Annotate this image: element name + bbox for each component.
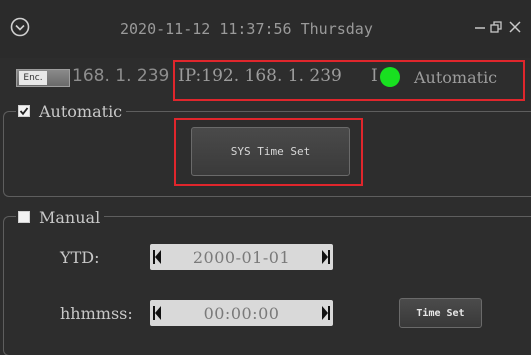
- time-value: 00:00:00: [203, 303, 280, 323]
- time-settings-window: 2020-11-12 11:37:56 Thursday Enc. 168. 1…: [0, 0, 531, 355]
- partial-ip-text: 168. 1. 239: [72, 66, 170, 86]
- circle-chevron-down-icon[interactable]: [10, 17, 30, 37]
- manual-group-header: Manual: [16, 206, 105, 228]
- ytd-date-spinner[interactable]: 2000-01-01: [150, 244, 333, 270]
- manual-checkbox[interactable]: [18, 211, 30, 223]
- ip-address-text: IP:192. 168. 1. 239: [178, 66, 342, 86]
- enc-label: Enc.: [19, 71, 47, 85]
- ytd-label: YTD:: [60, 248, 100, 267]
- manual-group-box: [3, 216, 531, 355]
- automatic-group-title: Automatic: [39, 101, 123, 121]
- automatic-group-header: Automatic: [16, 100, 127, 122]
- manual-group-title: Manual: [39, 207, 101, 227]
- datetime-title: 2020-11-12 11:37:56 Thursday: [120, 20, 373, 38]
- status-indicator-dot: [380, 67, 400, 87]
- mode-status-text: Automatic: [414, 68, 498, 87]
- restore-icon[interactable]: [488, 19, 504, 35]
- indicator-prefix: I: [371, 66, 378, 86]
- ytd-increment-arrow-icon[interactable]: [319, 244, 333, 270]
- time-spinner[interactable]: 00:00:00: [150, 300, 333, 326]
- minimize-icon[interactable]: [472, 19, 488, 35]
- sys-time-set-button[interactable]: SYS Time Set: [191, 127, 350, 176]
- time-set-button[interactable]: Time Set: [399, 298, 482, 328]
- time-increment-arrow-icon[interactable]: [319, 300, 333, 326]
- hhmmss-label: hhmmss:: [60, 304, 133, 323]
- automatic-checkbox[interactable]: [18, 105, 30, 117]
- time-decrement-arrow-icon[interactable]: [150, 300, 164, 326]
- ytd-decrement-arrow-icon[interactable]: [150, 244, 164, 270]
- close-icon[interactable]: [507, 19, 523, 35]
- title-bar[interactable]: 2020-11-12 11:37:56 Thursday: [0, 0, 531, 58]
- ytd-date-value: 2000-01-01: [192, 247, 291, 267]
- enc-button[interactable]: Enc.: [16, 69, 70, 87]
